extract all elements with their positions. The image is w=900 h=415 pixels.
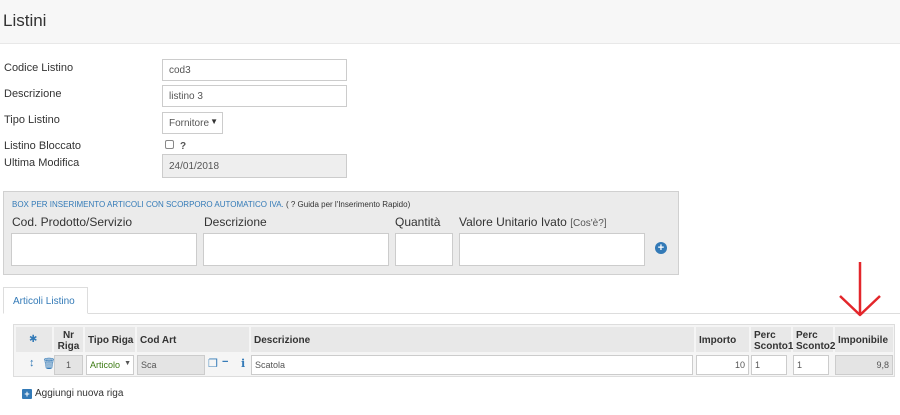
- quick-descrizione-label: Descrizione: [204, 215, 267, 229]
- tipo-riga-header: Tipo Riga: [85, 327, 135, 352]
- caret-down-icon: ▼: [124, 360, 131, 367]
- nr-riga-header: Nr Riga: [54, 327, 83, 352]
- valore-unitario-input[interactable]: [459, 233, 645, 266]
- tipo-listino-select[interactable]: Fornitore ▼: [162, 112, 223, 134]
- page-title: Listini: [3, 11, 47, 30]
- cod-prodotto-input[interactable]: [11, 233, 197, 266]
- importo-header: Importo: [696, 327, 749, 352]
- copy-icon[interactable]: ❐: [208, 357, 218, 370]
- gear-icon[interactable]: ✱: [29, 334, 37, 345]
- imponibile-field: [835, 355, 893, 375]
- ultima-modifica-label: Ultima Modifica: [4, 157, 80, 169]
- codice-listino-label: Codice Listino: [4, 62, 74, 74]
- cod-art-input[interactable]: [137, 355, 205, 375]
- quick-box-title: BOX PER INSERIMENTO ARTICOLI CON SCORPOR…: [12, 200, 410, 209]
- ultima-modifica-field: [162, 154, 347, 178]
- tipo-riga-select[interactable]: Articolo ▼: [86, 355, 134, 375]
- descrizione-input[interactable]: [162, 85, 347, 107]
- quick-descrizione-input[interactable]: [203, 233, 389, 266]
- cod-art-header: Cod Art: [137, 327, 249, 352]
- help-icon[interactable]: ?: [180, 141, 186, 152]
- nr-riga-cell: [54, 355, 83, 375]
- tab-articoli-listino[interactable]: Articoli Listino: [3, 287, 88, 314]
- cos-e-link[interactable]: [Cos'è?]: [570, 218, 606, 229]
- perc-sconto2-header: Perc Sconto2: [793, 327, 835, 352]
- tab-bar: [3, 313, 900, 314]
- listino-bloccato-checkbox[interactable]: [165, 140, 174, 149]
- drag-handle-icon[interactable]: ↕: [29, 357, 35, 369]
- quick-box-title-text: BOX PER INSERIMENTO ARTICOLI CON SCORPOR…: [12, 200, 284, 209]
- add-row-label: Aggiungi nuova riga: [35, 388, 124, 399]
- perc-sconto1-input[interactable]: [751, 355, 787, 375]
- tipo-listino-label: Tipo Listino: [4, 114, 60, 126]
- quick-insert-box: BOX PER INSERIMENTO ARTICOLI CON SCORPOR…: [3, 191, 679, 275]
- page-header: Listini: [0, 0, 900, 44]
- quantita-input[interactable]: [395, 233, 453, 266]
- tipo-riga-value: Articolo: [90, 360, 121, 370]
- quantita-label: Quantità: [395, 215, 441, 229]
- perc-sconto1-header: Perc Sconto1: [751, 327, 793, 352]
- codice-listino-input[interactable]: [162, 59, 347, 81]
- perc-sconto2-input[interactable]: [793, 355, 829, 375]
- minus-icon[interactable]: −: [222, 356, 228, 368]
- descrizione-header: Descrizione: [251, 327, 694, 352]
- cod-prodotto-label: Cod. Prodotto/Servizio: [12, 215, 133, 229]
- descrizione-cell-input[interactable]: [251, 355, 693, 375]
- quick-box-guide-link[interactable]: ( ? Guida per l'Inserimento Rapido): [286, 200, 410, 209]
- importo-input[interactable]: [696, 355, 749, 375]
- add-circle-icon[interactable]: +: [655, 242, 667, 254]
- descrizione-label: Descrizione: [4, 88, 62, 100]
- add-row-button[interactable]: + Aggiungi nuova riga: [22, 388, 123, 399]
- red-arrow-icon: [839, 262, 881, 317]
- valore-unitario-label: Valore Unitario Ivato [Cos'è?]: [459, 215, 607, 229]
- plus-icon: +: [22, 389, 32, 399]
- caret-down-icon: ▼: [210, 117, 218, 126]
- valore-unitario-text: Valore Unitario Ivato: [459, 215, 567, 229]
- info-icon[interactable]: i: [241, 357, 245, 370]
- tipo-listino-value: Fornitore: [169, 118, 210, 129]
- listino-bloccato-label: Listino Bloccato: [4, 140, 82, 152]
- imponibile-header: Imponibile: [835, 327, 893, 352]
